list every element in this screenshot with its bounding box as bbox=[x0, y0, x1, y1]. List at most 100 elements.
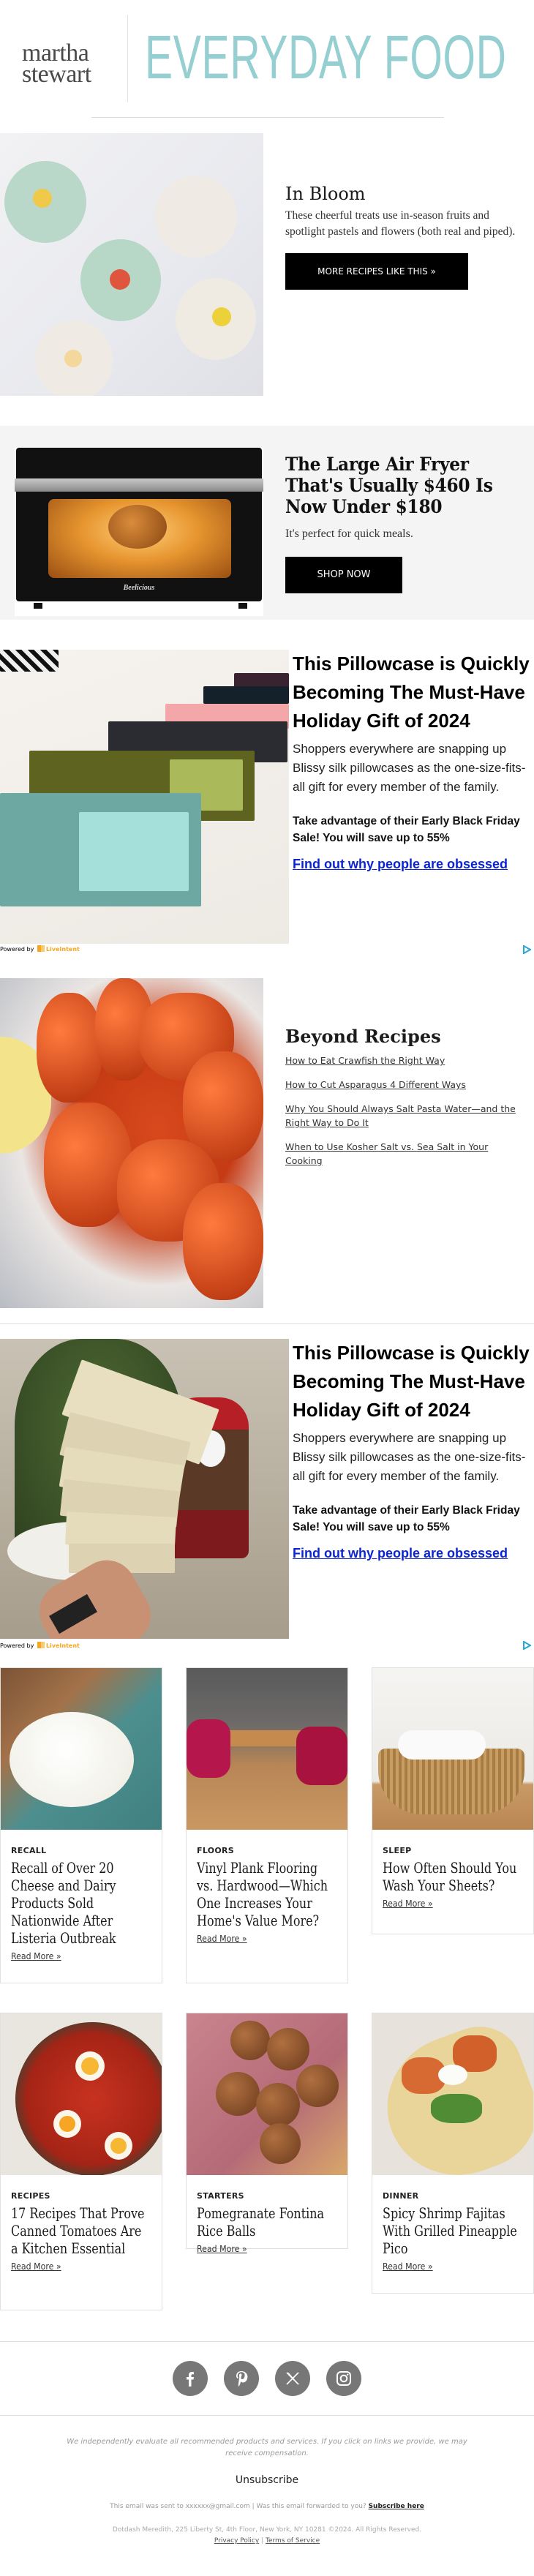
canned-tomatoes-image[interactable] bbox=[1, 2013, 162, 2175]
liveintent-logo-icon bbox=[37, 945, 45, 952]
social-links bbox=[0, 2361, 534, 2396]
sent-to-notice: This email was sent to xxxxxx@gmail.com … bbox=[0, 2503, 534, 2510]
shrimp-fajitas-image[interactable] bbox=[372, 2013, 533, 2175]
beyond-recipes: Beyond Recipes How to Eat Crawfish the R… bbox=[285, 1024, 527, 1168]
feature-text: In Bloom These cheerful treats use in-se… bbox=[285, 183, 527, 290]
section-divider bbox=[0, 1323, 534, 1324]
striped-pillow bbox=[0, 650, 59, 672]
card-title[interactable]: 17 Recipes That Prove Canned Tomatoes Ar… bbox=[11, 2205, 149, 2258]
facebook-button[interactable] bbox=[173, 2361, 208, 2396]
ad-text[interactable]: This Pillowcase is Quickly Becoming The … bbox=[293, 1339, 534, 1561]
ad-body: Shoppers everywhere are snapping up Blis… bbox=[293, 1431, 526, 1483]
promo-text: The Large Air Fryer That's Usually $460 … bbox=[285, 454, 527, 593]
article-card[interactable]: DINNER Spicy Shrimp Fajitas With Grilled… bbox=[372, 2013, 534, 2294]
read-more-link[interactable]: Read More » bbox=[197, 1933, 247, 1944]
ad-link[interactable]: Find out why people are obsessed bbox=[293, 857, 534, 872]
egg bbox=[59, 2116, 75, 2132]
cupcakes-image[interactable] bbox=[0, 133, 263, 396]
facebook-icon bbox=[187, 2372, 194, 2387]
everyday-food-logo[interactable]: EVERYDAY FOOD bbox=[145, 20, 507, 94]
cupcake-center bbox=[33, 189, 52, 208]
read-more-link[interactable]: Read More » bbox=[383, 1898, 433, 1909]
card-title[interactable]: How Often Should You Wash Your Sheets? bbox=[383, 1860, 521, 1895]
ad-link[interactable]: Find out why people are obsessed bbox=[293, 1546, 534, 1561]
promo-description: It's perfect for quick meals. bbox=[285, 527, 413, 540]
instagram-icon bbox=[336, 2371, 351, 2386]
powered-by-label: Powered by bbox=[0, 1642, 34, 1649]
rice-ball bbox=[216, 2072, 260, 2116]
beyond-recipes-title: Beyond Recipes bbox=[285, 1026, 441, 1047]
beyond-link[interactable]: Why You Should Always Salt Pasta Water—a… bbox=[285, 1102, 527, 1130]
more-recipes-button[interactable]: MORE RECIPES LIKE THIS » bbox=[285, 253, 468, 290]
air-fryer-leg bbox=[34, 603, 42, 609]
article-card[interactable]: RECALL Recall of Over 20 Cheese and Dair… bbox=[0, 1667, 162, 1983]
blissy-pillowcases-image[interactable] bbox=[0, 650, 289, 944]
card-title[interactable]: Pomegranate Fontina Rice Balls bbox=[197, 2205, 335, 2240]
ad-offer: Take advantage of their Early Black Frid… bbox=[293, 815, 520, 844]
article-card[interactable]: SLEEP How Often Should You Wash Your She… bbox=[372, 1667, 534, 1934]
crawfish bbox=[183, 1183, 263, 1300]
liveintent-label: LiveIntent bbox=[45, 946, 80, 953]
read-more-link[interactable]: Read More » bbox=[383, 2261, 433, 2272]
company-address: Dotdash Meredith, 225 Liberty St, 4th Fl… bbox=[0, 2525, 534, 2547]
ad-title[interactable]: This Pillowcase is Quickly Becoming The … bbox=[293, 1339, 534, 1424]
card-title[interactable]: Spicy Shrimp Fajitas With Grilled Pineap… bbox=[383, 2205, 521, 2258]
promo-title: The Large Air Fryer That's Usually $460 … bbox=[285, 454, 493, 517]
instagram-button[interactable] bbox=[326, 2361, 361, 2396]
air-fryer-brand: Beelicious bbox=[123, 584, 155, 592]
laundry-basket-image[interactable] bbox=[372, 1668, 533, 1830]
liveintent-label: LiveIntent bbox=[45, 1642, 80, 1649]
article-card[interactable]: RECIPES 17 Recipes That Prove Canned Tom… bbox=[0, 2013, 162, 2310]
air-fryer-image[interactable]: Beelicious bbox=[15, 448, 263, 616]
card-category: DINNER bbox=[383, 2191, 419, 2201]
address-text: Dotdash Meredith, 225 Liberty St, 4th Fl… bbox=[112, 2526, 422, 2534]
x-icon bbox=[286, 2372, 299, 2385]
liveintent-logo-icon bbox=[37, 1642, 45, 1648]
crawfish-image[interactable] bbox=[0, 978, 263, 1308]
shop-now-button[interactable]: SHOP NOW bbox=[285, 557, 402, 593]
blissy-gift-boxes-image[interactable] bbox=[0, 1339, 289, 1639]
subscribe-here-link[interactable]: Subscribe here bbox=[369, 2503, 424, 2510]
card-title[interactable]: Vinyl Plank Flooring vs. Hardwood—Which … bbox=[197, 1860, 335, 1930]
link-separator: | bbox=[261, 2537, 264, 2545]
martha-stewart-logo[interactable]: martha stewart bbox=[22, 41, 91, 88]
powered-by-liveintent[interactable]: Powered by LiveIntent bbox=[0, 945, 80, 953]
ad-offer: Take advantage of their Early Black Frid… bbox=[293, 1504, 520, 1533]
cupcake-center bbox=[110, 269, 130, 290]
read-more-link[interactable]: Read More » bbox=[11, 1950, 61, 1961]
email-header: martha stewart EVERYDAY FOOD bbox=[0, 0, 534, 117]
beyond-link[interactable]: How to Eat Crawfish the Right Way bbox=[285, 1054, 527, 1067]
beyond-link[interactable]: How to Cut Asparagus 4 Different Ways bbox=[285, 1078, 527, 1092]
terms-of-service-link[interactable]: Terms of Service bbox=[266, 2537, 320, 2545]
logo-divider bbox=[127, 15, 128, 102]
air-fryer-window bbox=[48, 499, 231, 578]
pillowcase-teal bbox=[79, 812, 189, 891]
dining-room-image[interactable] bbox=[187, 1668, 347, 1830]
powered-by-liveintent[interactable]: Powered by LiveIntent bbox=[0, 1642, 80, 1649]
egg bbox=[110, 2138, 127, 2154]
card-title[interactable]: Recall of Over 20 Cheese and Dairy Produ… bbox=[11, 1860, 149, 1948]
adchoices-icon[interactable] bbox=[522, 1641, 531, 1650]
logo-line-2: stewart bbox=[22, 61, 91, 88]
unsubscribe-link[interactable]: Unsubscribe bbox=[0, 2474, 534, 2486]
beyond-link[interactable]: When to Use Kosher Salt vs. Sea Salt in … bbox=[285, 1140, 527, 1168]
cheese-image[interactable] bbox=[1, 1668, 162, 1830]
read-more-link[interactable]: Read More » bbox=[197, 2243, 247, 2254]
article-card[interactable]: FLOORS Vinyl Plank Flooring vs. Hardwood… bbox=[186, 1667, 348, 1983]
air-fryer-body: Beelicious bbox=[16, 448, 262, 601]
x-button[interactable] bbox=[275, 2361, 310, 2396]
read-more-link[interactable]: Read More » bbox=[11, 2261, 61, 2272]
adchoices-icon[interactable] bbox=[522, 945, 531, 954]
card-category: SLEEP bbox=[383, 1846, 412, 1855]
pinterest-button[interactable] bbox=[224, 2361, 259, 2396]
shakshuka-pan bbox=[15, 2022, 162, 2175]
affiliate-disclaimer: We independently evaluate all recommende… bbox=[67, 2438, 467, 2457]
rice-balls-image[interactable] bbox=[187, 2013, 347, 2175]
privacy-policy-link[interactable]: Privacy Policy bbox=[214, 2537, 259, 2545]
roast-chicken bbox=[108, 505, 167, 549]
air-fryer-handle bbox=[15, 478, 263, 492]
sour-cream bbox=[438, 2065, 467, 2085]
ad-text[interactable]: This Pillowcase is Quickly Becoming The … bbox=[293, 650, 534, 872]
ad-title[interactable]: This Pillowcase is Quickly Becoming The … bbox=[293, 650, 534, 735]
article-card[interactable]: STARTERS Pomegranate Fontina Rice Balls … bbox=[186, 2013, 348, 2254]
